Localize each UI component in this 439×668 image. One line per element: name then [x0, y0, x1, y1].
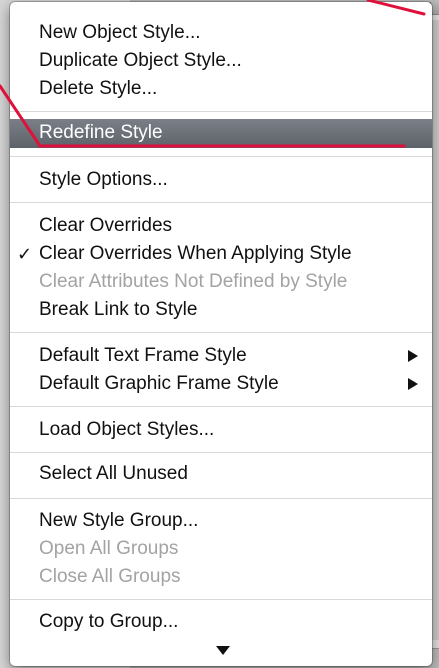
- annotation-overlay: [0, 0, 426, 148]
- annotation-corner-line: [366, 0, 426, 16]
- screen: × ◂◂ New Object Style... Duplicate Objec…: [0, 0, 439, 668]
- annotation-pointer-line: [0, 84, 42, 148]
